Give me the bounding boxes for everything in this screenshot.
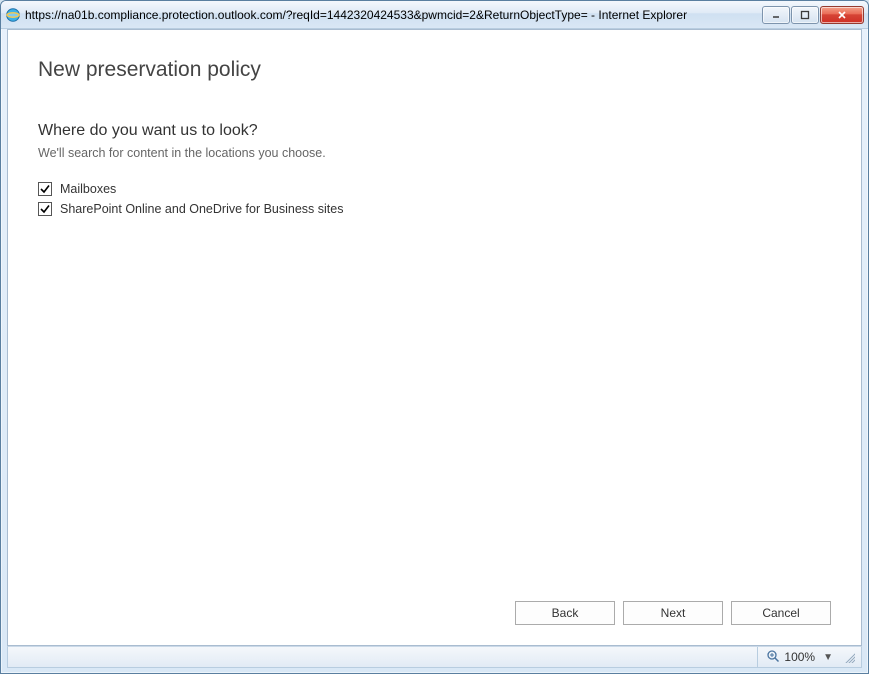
minimize-button[interactable] <box>762 6 790 24</box>
back-button[interactable]: Back <box>515 601 615 625</box>
window-title: https://na01b.compliance.protection.outl… <box>25 8 762 22</box>
ie-icon <box>5 7 21 23</box>
sharepoint-checkbox[interactable] <box>38 202 52 216</box>
sharepoint-label: SharePoint Online and OneDrive for Busin… <box>60 202 343 216</box>
cancel-button[interactable]: Cancel <box>731 601 831 625</box>
magnifier-icon <box>766 649 780 666</box>
content-area: New preservation policy Where do you wan… <box>7 29 862 646</box>
zoom-control[interactable]: 100% ▼ <box>757 647 837 667</box>
statusbar: 100% ▼ <box>7 646 862 668</box>
page-title: New preservation policy <box>38 58 831 82</box>
window-controls <box>762 6 864 24</box>
next-button[interactable]: Next <box>623 601 723 625</box>
wizard-page: New preservation policy Where do you wan… <box>8 30 861 645</box>
close-button[interactable] <box>820 6 864 24</box>
check-icon <box>39 203 51 215</box>
check-icon <box>39 183 51 195</box>
zoom-level: 100% <box>784 650 815 664</box>
option-sharepoint-row: SharePoint Online and OneDrive for Busin… <box>38 202 831 216</box>
step-heading: Where do you want us to look? <box>38 122 831 140</box>
titlebar: https://na01b.compliance.protection.outl… <box>1 1 868 29</box>
mailboxes-checkbox[interactable] <box>38 182 52 196</box>
maximize-button[interactable] <box>791 6 819 24</box>
browser-window: https://na01b.compliance.protection.outl… <box>0 0 869 674</box>
resize-grip[interactable] <box>843 651 855 663</box>
zoom-dropdown-icon[interactable]: ▼ <box>819 652 837 663</box>
step-subtext: We'll search for content in the location… <box>38 146 831 160</box>
mailboxes-label: Mailboxes <box>60 182 116 196</box>
wizard-footer-buttons: Back Next Cancel <box>515 601 831 625</box>
option-mailboxes-row: Mailboxes <box>38 182 831 196</box>
